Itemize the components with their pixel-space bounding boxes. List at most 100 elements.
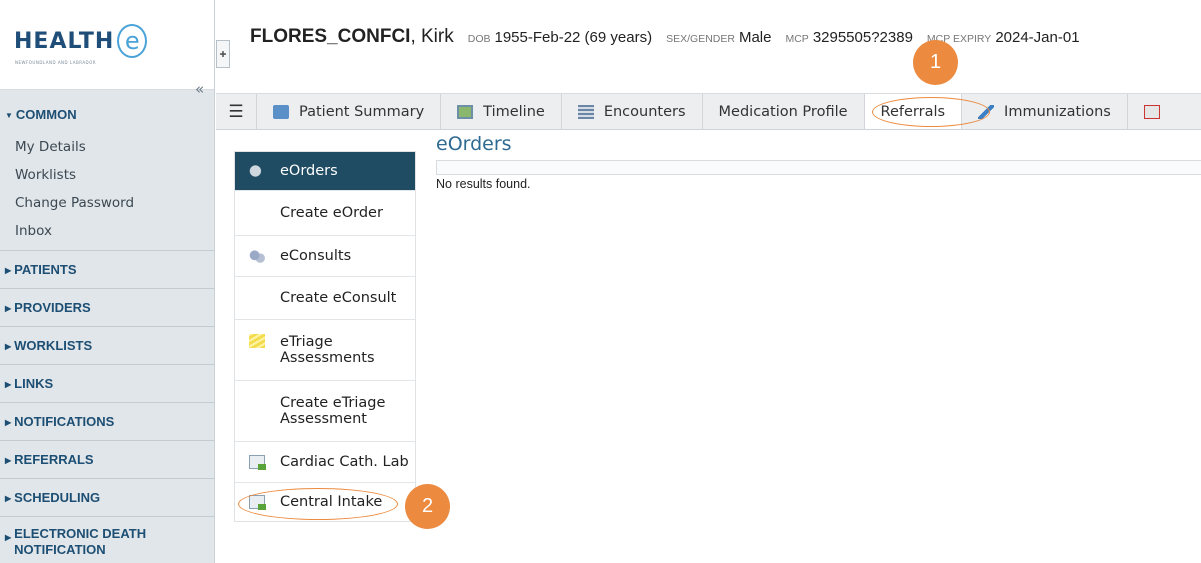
logo[interactable]: HEALTH e bbox=[14, 24, 148, 58]
referrals-submenu: eOrders Create eOrder eConsults Create e… bbox=[234, 151, 416, 522]
empty-results-message: No results found. bbox=[436, 177, 531, 191]
tab-medication-profile[interactable]: Medication Profile bbox=[701, 94, 864, 129]
tab-immunizations[interactable]: Immunizations bbox=[961, 94, 1127, 129]
nav-header-providers[interactable]: ▶ PROVIDERS bbox=[0, 289, 214, 326]
submenu-item-create-eorder[interactable]: Create eOrder bbox=[235, 191, 415, 236]
caret-right-icon: ▶ bbox=[5, 533, 12, 542]
expand-header-button[interactable]: ✚ bbox=[216, 40, 230, 68]
patient-given-name: , Kirk bbox=[410, 26, 454, 47]
nav-header-label: LINKS bbox=[14, 376, 54, 391]
eorders-icon bbox=[249, 164, 265, 178]
nav-header-label: SCHEDULING bbox=[14, 490, 101, 505]
step-marker-1: 1 bbox=[913, 40, 958, 85]
logo-tagline: NEWFOUNDLAND AND LABRADOR bbox=[15, 60, 97, 65]
caret-down-icon: ▼ bbox=[5, 111, 13, 120]
caret-right-icon: ▶ bbox=[5, 304, 12, 313]
tab-referrals[interactable]: Referrals bbox=[863, 94, 962, 129]
submenu-label: Create eOrder bbox=[280, 205, 383, 221]
nav-header-label: COMMON bbox=[15, 107, 77, 122]
submenu-item-create-etriage-assessment[interactable]: Create eTriage Assessment bbox=[235, 381, 415, 442]
summary-icon bbox=[273, 104, 289, 119]
logo-mark: e bbox=[117, 24, 148, 58]
nav-header-electronic-death-notification[interactable]: ▶ ELECTRONIC DEATH NOTIFICATION bbox=[0, 517, 214, 563]
nav-header-referrals[interactable]: ▶ REFERRALS bbox=[0, 441, 214, 478]
submenu-label: Cardiac Cath. Lab bbox=[280, 454, 409, 470]
mcp-expiry-value: 2024-Jan-01 bbox=[995, 29, 1080, 46]
nav-header-common[interactable]: ▼ COMMON bbox=[0, 90, 214, 135]
nav-header-label: REFERRALS bbox=[14, 452, 94, 467]
mcp-value: 3295505?2389 bbox=[812, 29, 913, 46]
dob-label: DOB bbox=[467, 33, 491, 45]
caret-right-icon: ▶ bbox=[5, 266, 12, 275]
nav-section-referrals: ▶ REFERRALS bbox=[0, 441, 214, 479]
tab-label: Timeline bbox=[483, 103, 545, 120]
nav-section-notifications: ▶ NOTIFICATIONS bbox=[0, 403, 214, 441]
tab-timeline[interactable]: Timeline bbox=[440, 94, 561, 129]
caret-right-icon: ▶ bbox=[5, 380, 12, 389]
caret-right-icon: ▶ bbox=[5, 342, 12, 351]
nav-header-worklists[interactable]: ▶ WORKLISTS bbox=[0, 327, 214, 364]
logo-text: HEALTH bbox=[14, 28, 115, 54]
results-header-bar bbox=[436, 160, 1201, 175]
nav-header-label: PROVIDERS bbox=[14, 300, 91, 315]
submenu-label: eConsults bbox=[280, 248, 352, 264]
patient-tab-bar: ☰ Patient Summary Timeline Encounters Me… bbox=[216, 93, 1201, 130]
nav-header-scheduling[interactable]: ▶ SCHEDULING bbox=[0, 479, 214, 516]
tab-label: Encounters bbox=[603, 103, 686, 120]
econsults-icon bbox=[249, 249, 265, 263]
timeline-icon bbox=[457, 104, 474, 119]
nav-item-my-details[interactable]: My Details bbox=[0, 135, 214, 163]
submenu-item-cardiac-cath-lab[interactable]: Cardiac Cath. Lab bbox=[235, 442, 415, 483]
tab-pdf[interactable] bbox=[1126, 94, 1186, 129]
caret-right-icon: ▶ bbox=[5, 494, 12, 503]
hamburger-menu-icon[interactable]: ☰ bbox=[216, 94, 256, 129]
submenu-item-econsults[interactable]: eConsults bbox=[235, 236, 415, 277]
nav-header-label: PATIENTS bbox=[14, 262, 77, 277]
nav-header-links[interactable]: ▶ LINKS bbox=[0, 365, 214, 402]
tab-label: Referrals bbox=[880, 103, 946, 120]
caret-right-icon: ▶ bbox=[5, 418, 12, 427]
tab-label: Immunizations bbox=[1004, 103, 1111, 120]
sidebar: HEALTH e NEWFOUNDLAND AND LABRADOR « ▼ CO… bbox=[0, 0, 215, 563]
nav-item-worklists[interactable]: Worklists bbox=[0, 163, 214, 191]
submenu-item-create-econsult[interactable]: Create eConsult bbox=[235, 277, 415, 320]
patient-banner: FLORES_CONFCI , Kirk DOB 1955-Feb-22 (69… bbox=[250, 26, 1201, 50]
patient-family-name: FLORES_CONFCI bbox=[250, 26, 411, 47]
nav-header-label: NOTIFICATIONS bbox=[14, 414, 115, 429]
tab-label: Patient Summary bbox=[299, 103, 425, 120]
nav-section-common: ▼ COMMON My Details Worklists Change Pass… bbox=[0, 90, 214, 251]
dob-value: 1955-Feb-22 (69 years) bbox=[494, 29, 653, 46]
encounters-icon bbox=[577, 104, 594, 119]
page-title: eOrders bbox=[436, 133, 512, 155]
nav-item-change-password[interactable]: Change Password bbox=[0, 191, 214, 219]
sex-gender-label: SEX/GENDER bbox=[666, 33, 735, 45]
nav-header-notifications[interactable]: ▶ NOTIFICATIONS bbox=[0, 403, 214, 440]
mcp-label: MCP bbox=[785, 33, 809, 45]
nav-section-electronic-death-notification: ▶ ELECTRONIC DEATH NOTIFICATION bbox=[0, 517, 214, 563]
step-marker-2: 2 bbox=[405, 484, 450, 529]
tab-patient-summary[interactable]: Patient Summary bbox=[256, 94, 440, 129]
submenu-item-etriage-assessments[interactable]: eTriage Assessments bbox=[235, 320, 415, 381]
nav-section-providers: ▶ PROVIDERS bbox=[0, 289, 214, 327]
plus-icon: ✚ bbox=[219, 49, 227, 59]
tab-encounters[interactable]: Encounters bbox=[560, 94, 702, 129]
nav-item-inbox[interactable]: Inbox bbox=[0, 219, 214, 247]
submenu-label: Central Intake bbox=[280, 494, 383, 510]
document-icon bbox=[249, 455, 266, 470]
syringe-icon bbox=[978, 104, 995, 119]
submenu-label: Create eConsult bbox=[280, 290, 397, 306]
submenu-item-eorders[interactable]: eOrders bbox=[235, 152, 415, 191]
collapse-sidebar-icon[interactable]: « bbox=[195, 80, 204, 98]
submenu-item-central-intake[interactable]: Central Intake bbox=[235, 483, 415, 521]
nav-section-worklists: ▶ WORKLISTS bbox=[0, 327, 214, 365]
submenu-label: eTriage Assessments bbox=[280, 334, 375, 366]
nav-section-patients: ▶ PATIENTS bbox=[0, 251, 214, 289]
sex-gender-value: Male bbox=[738, 29, 772, 46]
etriage-icon bbox=[249, 334, 265, 348]
caret-right-icon: ▶ bbox=[5, 456, 12, 465]
document-icon bbox=[249, 495, 266, 510]
nav-header-patients[interactable]: ▶ PATIENTS bbox=[0, 251, 214, 288]
nav-header-label: ELECTRONIC DEATH NOTIFICATION bbox=[14, 526, 147, 557]
nav-section-scheduling: ▶ SCHEDULING bbox=[0, 479, 214, 517]
tab-label: Medication Profile bbox=[718, 103, 848, 120]
